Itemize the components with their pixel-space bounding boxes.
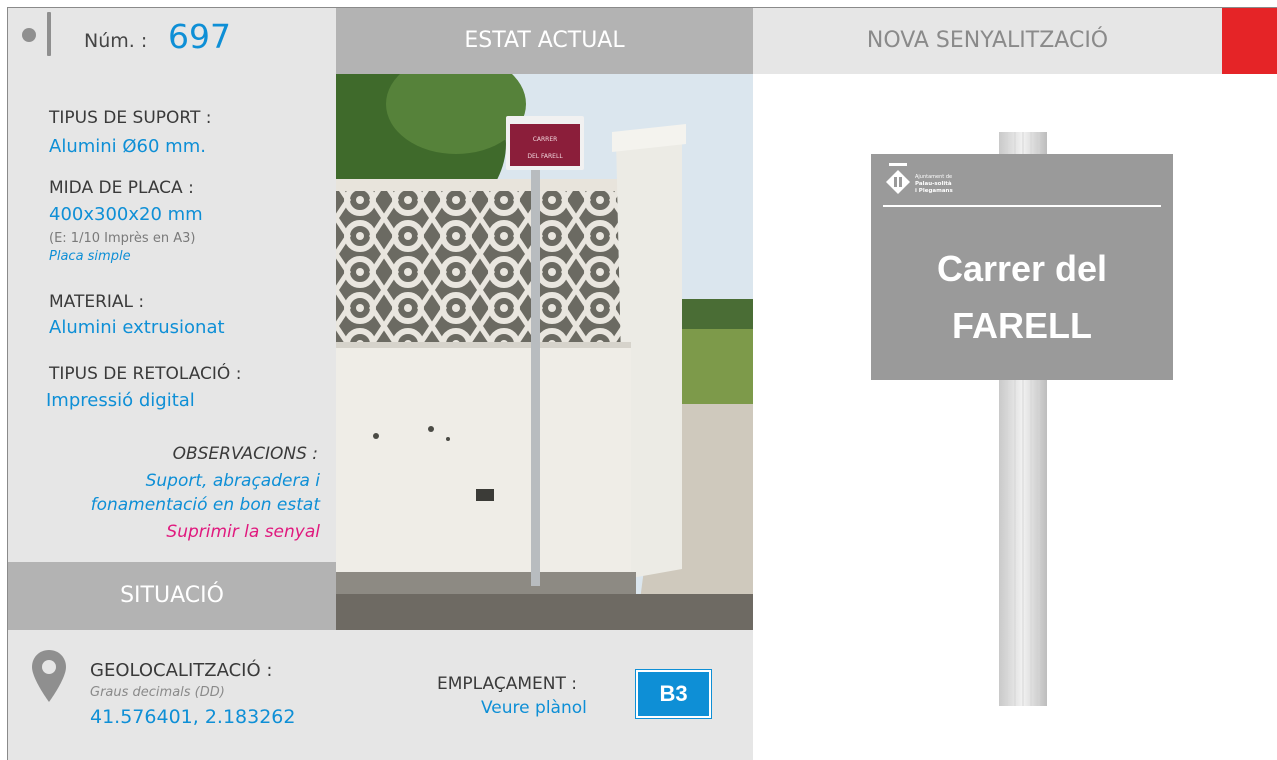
sign-org-line2: Palau-solità <box>915 180 952 187</box>
observations-line2: fonamentació en bon estat <box>90 495 320 515</box>
photo-illustration: CARRER DEL FARELL <box>336 74 753 630</box>
current-state-photo: CARRER DEL FARELL <box>336 74 753 630</box>
specs-panel: TIPUS DE SUPORT : Alumini Ø60 mm. MIDA D… <box>8 74 336 562</box>
record-number-label: Núm. : <box>84 30 148 52</box>
support-type-label: TIPUS DE SUPORT : <box>49 108 212 128</box>
accent-block <box>1222 8 1277 74</box>
new-sign-drawing: Ajuntament de Palau-solità i Plegamans C… <box>871 132 1173 706</box>
sign-org-line1: Ajuntament de <box>915 174 952 180</box>
material-label: MATERIAL : <box>49 292 145 312</box>
current-state-title: ESTAT ACTUAL <box>336 8 753 74</box>
plate-scale-note: (E: 1/10 Imprès en A3) <box>49 231 196 246</box>
photo-sign-line2: DEL FARELL <box>527 153 563 160</box>
bullet-icon <box>22 28 36 42</box>
photo-sign-line1: CARRER <box>533 136 558 143</box>
material-value: Alumini extrusionat <box>49 317 225 338</box>
observations-action: Suprimir la senyal <box>166 522 320 542</box>
new-signage-title: NOVA SENYALITZACIÓ <box>753 8 1222 74</box>
sign-org-line3: i Plegamans <box>915 188 953 194</box>
plate-size-value: 400x300x20 mm <box>49 204 203 225</box>
lettering-label: TIPUS DE RETOLACIÓ : <box>49 364 242 384</box>
placement-code-badge: B3 <box>635 669 712 719</box>
new-sign-area: Ajuntament de Palau-solità i Plegamans C… <box>753 74 1277 760</box>
plate-kind: Placa simple <box>49 249 131 264</box>
placement-label: EMPLAÇAMENT : <box>437 674 577 694</box>
geolocation-label: GEOLOCALITZACIÓ : <box>90 660 273 681</box>
sign-street-line1: Carrer del <box>937 248 1107 289</box>
sign-street-line2: FARELL <box>952 305 1092 346</box>
divider-bar <box>47 12 51 56</box>
observations-line1: Suport, abraçadera i <box>145 471 320 491</box>
support-type-value: Alumini Ø60 mm. <box>49 136 206 157</box>
record-number-value: 697 <box>168 17 231 56</box>
placement-map-link[interactable]: Veure plànol <box>481 698 587 718</box>
geolocation-format: Graus decimals (DD) <box>90 685 225 700</box>
plate-size-label: MIDA DE PLACA : <box>49 178 194 198</box>
lettering-value: Impressió digital <box>46 390 195 411</box>
geolocation-value: 41.576401, 2.183262 <box>90 706 296 728</box>
observations-label: OBSERVACIONS : <box>172 444 318 464</box>
map-pin-icon <box>32 650 66 702</box>
situation-title: SITUACIÓ <box>8 562 336 630</box>
sign-rule <box>883 205 1161 207</box>
